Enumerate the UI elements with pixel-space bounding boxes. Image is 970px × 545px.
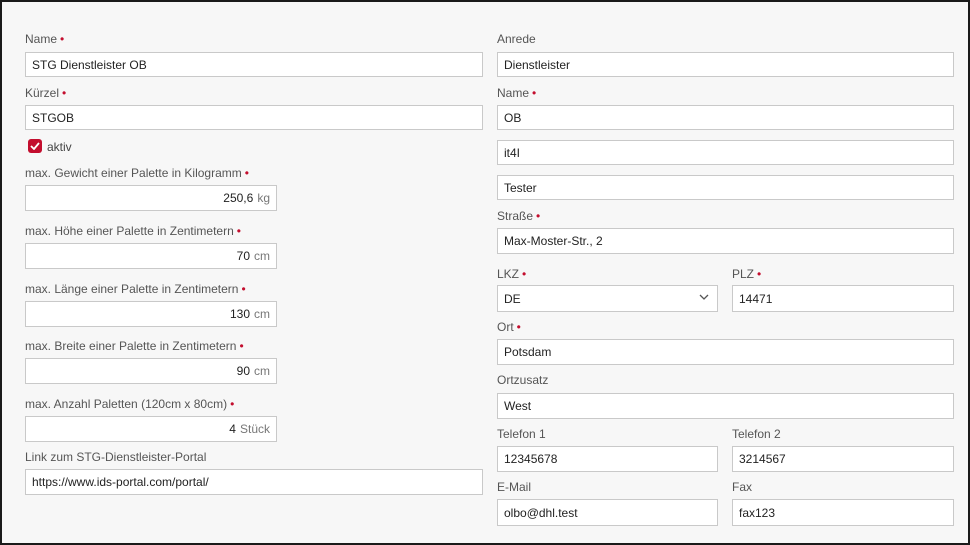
required-marker: • — [532, 86, 537, 100]
email-label: E-Mail — [497, 480, 532, 494]
required-marker: • — [239, 339, 244, 353]
lkz-label: LKZ • — [497, 267, 527, 281]
required-marker: • — [230, 397, 235, 411]
contact-name3-input[interactable]: Tester — [497, 175, 954, 200]
ort-input[interactable]: Potsdam — [497, 339, 954, 365]
required-marker: • — [522, 267, 527, 281]
laenge-label: max. Länge einer Palette in Zentimetern • — [25, 282, 246, 296]
anzahl-input[interactable]: 4 Stück — [25, 416, 277, 442]
required-marker: • — [236, 224, 241, 238]
contact-name-input[interactable]: OB — [497, 105, 954, 130]
required-marker: • — [60, 32, 65, 46]
hoehe-label: max. Höhe einer Palette in Zentimetern • — [25, 224, 241, 238]
ortzusatz-label: Ortzusatz — [497, 373, 549, 387]
anrede-label: Anrede — [497, 32, 536, 46]
required-marker: • — [244, 166, 249, 180]
telefon2-input[interactable]: 3214567 — [732, 446, 954, 472]
link-label: Link zum STG-Dienstleister-Portal — [25, 450, 207, 464]
unit-label: kg — [257, 191, 270, 205]
unit-label: cm — [254, 307, 270, 321]
gewicht-label: max. Gewicht einer Palette in Kilogramm • — [25, 166, 249, 180]
breite-label: max. Breite einer Palette in Zentimetern… — [25, 339, 244, 353]
lkz-select[interactable]: DE — [497, 285, 718, 312]
telefon1-input[interactable]: 12345678 — [497, 446, 718, 472]
telefon2-label: Telefon 2 — [732, 427, 781, 441]
required-marker: • — [62, 86, 67, 100]
ort-label: Ort • — [497, 320, 521, 334]
ortzusatz-input[interactable]: West — [497, 393, 954, 419]
unit-label: cm — [254, 249, 270, 263]
anzahl-label: max. Anzahl Paletten (120cm x 80cm) • — [25, 397, 235, 411]
required-marker: • — [516, 320, 521, 334]
plz-input[interactable]: 14471 — [732, 285, 954, 312]
plz-label: PLZ • — [732, 267, 762, 281]
fax-input[interactable]: fax123 — [732, 499, 954, 526]
anrede-input[interactable]: Dienstleister — [497, 52, 954, 77]
unit-label: Stück — [239, 422, 270, 436]
form-panel: Name • STG Dienstleister OB Kürzel • STGOB… — [0, 0, 970, 545]
hoehe-input[interactable]: 70 cm — [25, 243, 277, 269]
aktiv-label: aktiv — [47, 140, 72, 154]
fax-label: Fax — [732, 480, 753, 494]
unit-label: cm — [254, 364, 270, 378]
telefon1-label: Telefon 1 — [497, 427, 546, 441]
contact-name2-input[interactable]: it4I — [497, 140, 954, 165]
breite-input[interactable]: 90 cm — [25, 358, 277, 384]
chevron-down-icon — [699, 294, 709, 300]
link-input[interactable]: https://www.ids-portal.com/portal/ — [25, 469, 483, 495]
name-label: Name • — [25, 32, 65, 46]
name-input[interactable]: STG Dienstleister OB — [25, 52, 483, 77]
required-marker: • — [241, 282, 246, 296]
email-input[interactable]: olbo@dhl.test — [497, 499, 718, 526]
strasse-input[interactable]: Max-Moster-Str., 2 — [497, 228, 954, 254]
checkmark-icon — [30, 142, 40, 150]
kuerzel-input[interactable]: STGOB — [25, 105, 483, 130]
kuerzel-label: Kürzel • — [25, 86, 67, 100]
laenge-input[interactable]: 130 cm — [25, 301, 277, 327]
contact-name-label: Name • — [497, 86, 537, 100]
aktiv-checkbox[interactable] — [28, 139, 42, 153]
required-marker: • — [757, 267, 762, 281]
required-marker: • — [536, 209, 541, 223]
strasse-label: Straße • — [497, 209, 541, 223]
gewicht-input[interactable]: 250,6 kg — [25, 185, 277, 211]
